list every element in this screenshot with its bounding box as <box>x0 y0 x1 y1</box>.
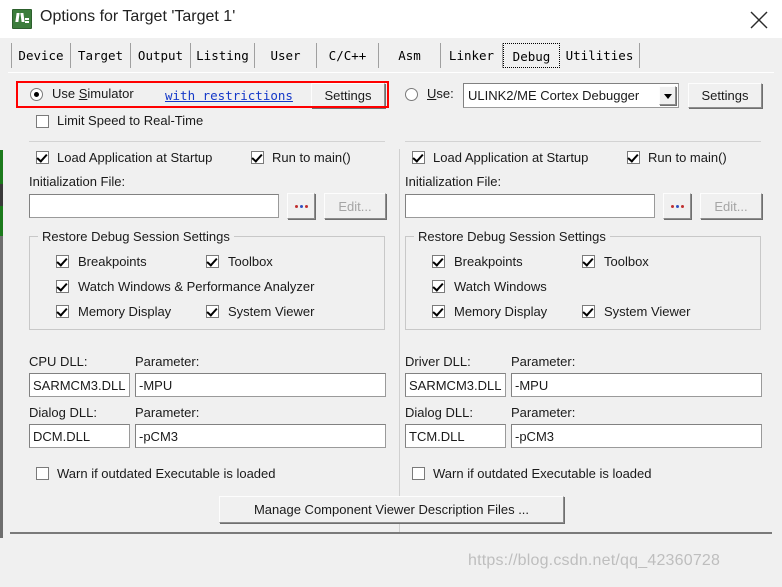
dialog-parameter-input-right[interactable]: -pCM3 <box>511 424 762 448</box>
title-bar: Options for Target 'Target 1' <box>0 0 782 39</box>
debugger-panel: Use: ULINK2/ME Cortex Debugger Settings … <box>391 73 774 533</box>
cpu-dll-label: CPU DLL: <box>29 354 88 369</box>
ellipsis-dots-icon-left <box>294 204 308 208</box>
tab-target[interactable]: Target <box>71 43 131 68</box>
warn-outdated-label-left: Warn if outdated Executable is loaded <box>57 466 276 481</box>
load-application-label-right: Load Application at Startup <box>433 150 589 165</box>
initialization-file-label-left: Initialization File: <box>29 174 126 189</box>
use-simulator-label: Use Simulator <box>52 86 134 101</box>
system-viewer-label-left: System Viewer <box>228 304 315 319</box>
edit-button-left[interactable]: Edit... <box>324 193 386 219</box>
limit-speed-checkbox[interactable] <box>36 115 49 128</box>
use-debugger-radio[interactable] <box>405 88 418 101</box>
manage-component-viewer-button[interactable]: Manage Component Viewer Description File… <box>219 496 564 523</box>
dialog-dll-label-right: Dialog DLL: <box>405 405 473 420</box>
left-separator <box>29 141 385 142</box>
with-restrictions-link[interactable]: with restrictions <box>165 88 293 103</box>
uvision-logo-icon <box>12 9 32 29</box>
use-debugger-label: Use: <box>427 86 454 101</box>
ellipsis-dots-icon-right <box>670 204 684 208</box>
warn-outdated-checkbox-left[interactable] <box>36 467 49 480</box>
breakpoints-label-right: Breakpoints <box>454 254 523 269</box>
watch-windows-checkbox-left[interactable] <box>56 280 69 293</box>
warn-outdated-checkbox-right[interactable] <box>412 467 425 480</box>
toolbox-label-left: Toolbox <box>228 254 273 269</box>
watch-windows-checkbox-right[interactable] <box>432 280 445 293</box>
tab-listing[interactable]: Listing <box>191 43 255 68</box>
tab-strip: Device Target Output Listing User C/C++ … <box>0 38 782 109</box>
driver-dll-input[interactable]: SARMCM3.DLL <box>405 373 506 397</box>
tab-debug[interactable]: Debug <box>503 43 560 68</box>
dialog-parameter-input-left[interactable]: -pCM3 <box>135 424 386 448</box>
tab-utilities[interactable]: Utilities <box>560 43 640 68</box>
dialog-parameter-label-right: Parameter: <box>511 405 576 420</box>
restore-group-title-left: Restore Debug Session Settings <box>38 229 234 244</box>
initialization-file-input-left[interactable] <box>29 194 279 218</box>
toolbox-label-right: Toolbox <box>604 254 649 269</box>
watch-windows-label-right: Watch Windows <box>454 279 547 294</box>
debugger-settings-button[interactable]: Settings <box>688 83 762 108</box>
dialog-parameter-label-left: Parameter: <box>135 405 200 420</box>
run-to-main-label-left: Run to main() <box>272 150 351 165</box>
dialog-dll-label-left: Dialog DLL: <box>29 405 97 420</box>
memory-display-label-right: Memory Display <box>454 304 548 319</box>
limit-speed-label: Limit Speed to Real-Time <box>57 113 204 128</box>
cpu-parameter-input[interactable]: -MPU <box>135 373 386 397</box>
breakpoints-label-left: Breakpoints <box>78 254 147 269</box>
cpu-dll-input[interactable]: SARMCM3.DLL <box>29 373 130 397</box>
right-separator <box>405 141 761 142</box>
warn-outdated-label-right: Warn if outdated Executable is loaded <box>433 466 652 481</box>
memory-display-checkbox-right[interactable] <box>432 305 445 318</box>
options-for-target-dialog: Options for Target 'Target 1' Device Tar… <box>0 0 782 587</box>
tab-asm[interactable]: Asm <box>379 43 441 68</box>
simulator-settings-button[interactable]: Settings <box>311 83 385 108</box>
window-title: Options for Target 'Target 1' <box>40 8 236 25</box>
debug-tab-page: Use Simulator with restrictions Settings… <box>8 72 774 557</box>
initialization-file-label-right: Initialization File: <box>405 174 502 189</box>
debugger-select[interactable]: ULINK2/ME Cortex Debugger <box>463 83 679 108</box>
chevron-down-icon[interactable] <box>659 86 676 105</box>
driver-parameter-input[interactable]: -MPU <box>511 373 762 397</box>
use-simulator-radio[interactable] <box>30 88 43 101</box>
left-edge-artifact <box>0 150 3 538</box>
browse-button-right[interactable] <box>663 193 691 219</box>
memory-display-checkbox-left[interactable] <box>56 305 69 318</box>
breakpoints-checkbox-left[interactable] <box>56 255 69 268</box>
edit-button-right[interactable]: Edit... <box>700 193 762 219</box>
dialog-dll-input-left[interactable]: DCM.DLL <box>29 424 130 448</box>
run-to-main-label-right: Run to main() <box>648 150 727 165</box>
dialog-footer: OK Cancel Defaults Help <box>0 532 782 587</box>
driver-parameter-label: Parameter: <box>511 354 576 369</box>
driver-dll-label: Driver DLL: <box>405 354 471 369</box>
load-application-checkbox-right[interactable] <box>412 151 425 164</box>
browse-button-left[interactable] <box>287 193 315 219</box>
restore-group-title-right: Restore Debug Session Settings <box>414 229 610 244</box>
system-viewer-label-right: System Viewer <box>604 304 691 319</box>
load-application-checkbox-left[interactable] <box>36 151 49 164</box>
toolbox-checkbox-left[interactable] <box>206 255 219 268</box>
footer-divider <box>10 532 772 534</box>
breakpoints-checkbox-right[interactable] <box>432 255 445 268</box>
run-to-main-checkbox-right[interactable] <box>627 151 640 164</box>
close-icon[interactable] <box>736 0 782 38</box>
toolbox-checkbox-right[interactable] <box>582 255 595 268</box>
watch-windows-label-left: Watch Windows & Performance Analyzer <box>78 279 315 294</box>
tab-device[interactable]: Device <box>11 43 71 68</box>
tab-linker[interactable]: Linker <box>441 43 503 68</box>
tab-output[interactable]: Output <box>131 43 191 68</box>
system-viewer-checkbox-right[interactable] <box>582 305 595 318</box>
memory-display-label-left: Memory Display <box>78 304 172 319</box>
tab-user[interactable]: User <box>255 43 317 68</box>
initialization-file-input-right[interactable] <box>405 194 655 218</box>
run-to-main-checkbox-left[interactable] <box>251 151 264 164</box>
simulator-panel: Use Simulator with restrictions Settings… <box>8 73 391 533</box>
load-application-label-left: Load Application at Startup <box>57 150 213 165</box>
tab-cpp[interactable]: C/C++ <box>317 43 379 68</box>
cpu-parameter-label: Parameter: <box>135 354 200 369</box>
debugger-select-value: ULINK2/ME Cortex Debugger <box>468 88 640 103</box>
dialog-dll-input-right[interactable]: TCM.DLL <box>405 424 506 448</box>
system-viewer-checkbox-left[interactable] <box>206 305 219 318</box>
